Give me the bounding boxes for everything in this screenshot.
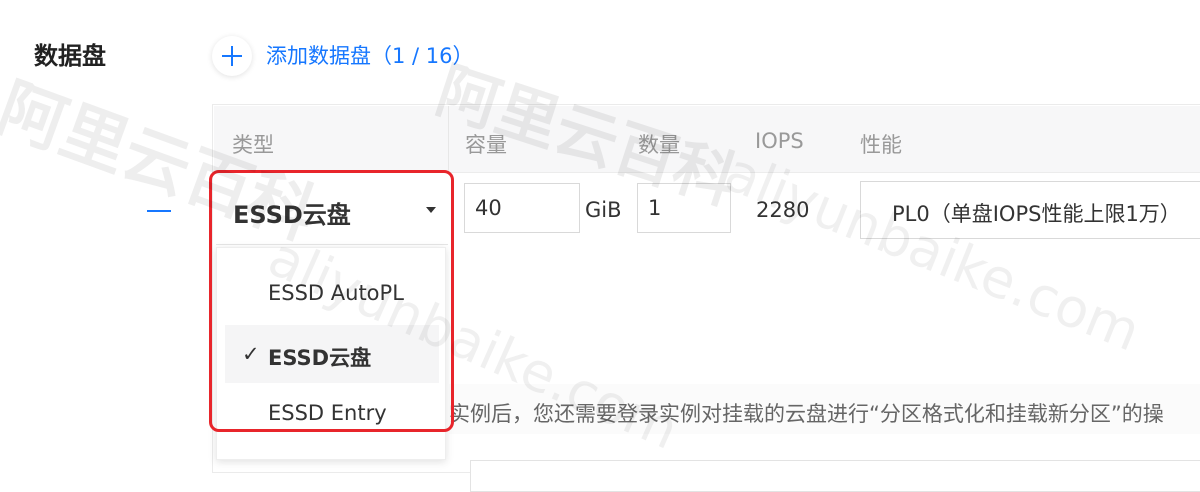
capacity-unit: GiB xyxy=(585,198,622,222)
performance-value: PL0（单盘IOPS性能上限1万） xyxy=(892,202,1181,226)
quantity-input-box xyxy=(637,183,731,233)
capacity-input[interactable] xyxy=(465,184,579,232)
table-header-row xyxy=(214,106,1200,173)
plus-icon xyxy=(222,46,242,66)
header-divider xyxy=(448,106,449,172)
mount-hint-text: 实例后，您还需要登录实例对挂载的云盘进行“分区格式化和挂载新分区”的操 xyxy=(449,402,1164,426)
capacity-input-box xyxy=(464,183,580,233)
header-performance: 性能 xyxy=(860,133,902,157)
header-type: 类型 xyxy=(232,133,274,157)
add-data-disk-link[interactable]: 添加数据盘（1 / 16） xyxy=(266,40,474,70)
add-data-disk-button[interactable] xyxy=(212,36,252,76)
section-label: 数据盘 xyxy=(34,42,106,70)
header-iops: IOPS xyxy=(755,129,804,153)
remove-disk-minus-icon[interactable] xyxy=(147,210,171,212)
header-quantity: 数量 xyxy=(638,133,680,157)
iops-value: 2280 xyxy=(756,198,810,222)
performance-select[interactable]: PL0（单盘IOPS性能上限1万） xyxy=(860,181,1200,239)
red-highlight-box xyxy=(209,170,454,432)
quantity-input[interactable] xyxy=(638,184,730,232)
bottom-field xyxy=(470,460,1200,492)
header-capacity: 容量 xyxy=(465,133,507,157)
